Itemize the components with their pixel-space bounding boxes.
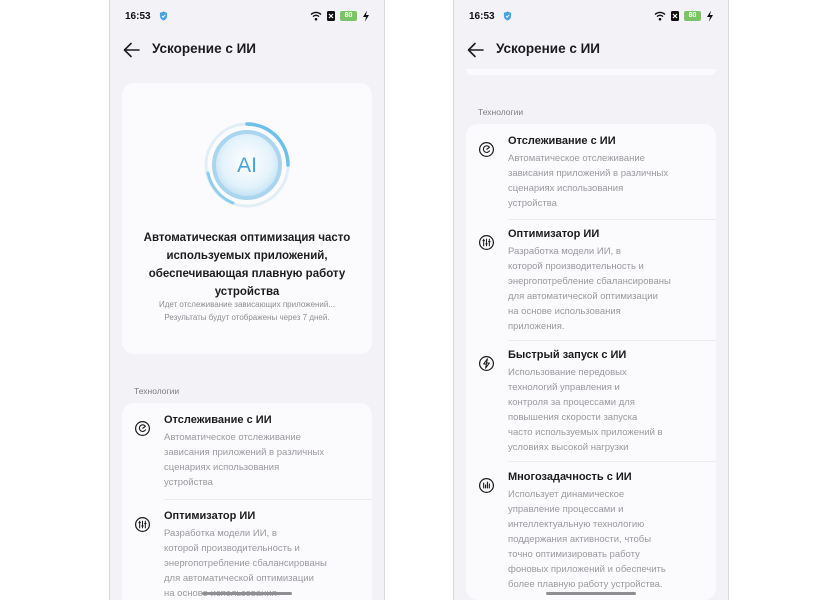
item-title: Оптимизатор ИИ [164,510,256,522]
item-description: Использование передовых технологий управ… [508,365,702,455]
shield-icon [503,11,512,21]
description-line: управление процессами и [508,504,624,515]
shield-icon [159,11,168,21]
hero-subtitle-line: Идет отслеживание зависающих приложений.… [158,300,336,309]
description-line: интеллектуальную технологию [508,519,645,530]
ai-monitor-icon [478,141,495,158]
description-line: сценариях использования [164,462,280,473]
ai-quick-launch-icon [478,355,495,372]
ai-optimizer-icon [478,234,495,251]
description-line: Автоматическое отслеживание [508,153,645,164]
description-line: приложения. [508,321,565,332]
status-icons: 80 [654,10,716,22]
item-description: Разработка модели ИИ, в которой производ… [164,526,358,600]
item-title: Быстрый запуск с ИИ [508,349,627,361]
wifi-icon [654,11,666,21]
status-icons: 80 [310,10,372,22]
hero-subtitle-line: Результаты будут отображены через 7 дней… [164,313,330,322]
home-indicator[interactable] [546,592,636,595]
page-title: Ускорение с ИИ [496,41,601,56]
home-indicator[interactable] [202,592,292,595]
page-title: Ускорение с ИИ [152,41,257,56]
scrolled-card-edge [466,69,716,75]
description-line: контроля за процессами для [508,397,635,408]
description-line: зависания приложений в различных [164,447,325,458]
hero-title: Автоматическая оптимизация часто использ… [143,232,351,298]
description-line: более плавную работу устройства. [508,579,663,590]
item-description: Автоматическое отслеживание зависания пр… [508,151,702,211]
description-line: фоновых приложений и обеспечить [508,564,666,575]
ai-badge-text: AI [237,154,257,177]
description-line: которой производительность и [508,261,644,272]
description-line: энергопотребление сбалансированы [164,558,327,569]
battery-indicator: 80 [340,11,357,21]
back-arrow-icon[interactable] [122,40,142,60]
phone-screen-right: 16:53 80 Ускорение с ИИ Технологии Отсле… [453,0,729,600]
ai-multitask-icon [478,477,495,494]
description-line: сценариях использования [508,183,624,194]
item-title: Отслеживание с ИИ [508,135,616,147]
hero-subtitle: Идет отслеживание зависающих приложений.… [132,298,362,324]
divider [164,499,372,500]
description-line: точно оптимизировать работу [508,549,640,560]
description-line: которой производительность и [164,543,300,554]
description-line: Разработка модели ИИ, в [508,246,621,257]
divider [508,219,716,220]
description-line: часто используемых приложений в [508,427,663,438]
description-line: поддержания активности, чтобы [508,534,652,545]
ai-optimizer-icon [134,516,151,533]
section-label: Технологии [478,107,524,117]
description-line: технологий управления и [508,382,620,393]
description-line: для автоматической оптимизации [508,291,658,302]
wifi-icon [310,11,322,21]
description-line: устройства [164,477,213,488]
divider [508,461,716,462]
charging-icon [707,10,713,22]
status-time: 16:53 [125,11,151,22]
technologies-list: Отслеживание с ИИ Автоматическое отслежи… [122,403,372,600]
description-line: Использование передовых [508,367,627,378]
back-arrow-icon[interactable] [466,40,486,60]
ai-monitor-icon [134,420,151,437]
ai-badge-icon: AI [204,122,290,208]
battery-indicator: 80 [684,11,701,21]
item-title: Многозадачность с ИИ [508,471,632,483]
description-line: Автоматическое отслеживание [164,432,301,443]
description-line: устройства [508,198,557,209]
description-line: зависания приложений в различных [508,168,669,179]
item-description: Автоматическое отслеживание зависания пр… [164,430,358,490]
charging-icon [363,10,369,22]
description-line: Использует динамическое [508,489,625,500]
title-bar: Ускорение с ИИ [122,37,384,63]
item-description: Использует динамическое управление проце… [508,487,702,592]
description-line: повышения скорости запуска [508,412,638,423]
title-bar: Ускорение с ИИ [466,37,728,63]
ai-status-card: AI Автоматическая оптимизация часто испо… [122,83,372,354]
item-title: Отслеживание с ИИ [164,414,272,426]
description-line: на основе использования [508,306,621,317]
status-time: 16:53 [469,11,495,22]
description-line: условиях высокой нагрузки [508,442,629,453]
item-title: Оптимизатор ИИ [508,228,600,240]
description-line: энергопотребление сбалансированы [508,276,671,287]
status-bar: 16:53 80 [125,9,372,25]
sim-blocked-icon [671,11,679,21]
technologies-list: Отслеживание с ИИ Автоматическое отслежи… [466,124,716,600]
section-label: Технологии [134,386,180,396]
status-bar: 16:53 80 [469,9,716,25]
description-line: для автоматической оптимизации [164,573,314,584]
divider [508,340,716,341]
description-line: Разработка модели ИИ, в [164,528,277,539]
item-description: Разработка модели ИИ, в которой производ… [508,244,702,334]
sim-blocked-icon [327,11,335,21]
phone-screen-left: 16:53 80 Ускорение с ИИ AI Автоматическа… [109,0,385,600]
